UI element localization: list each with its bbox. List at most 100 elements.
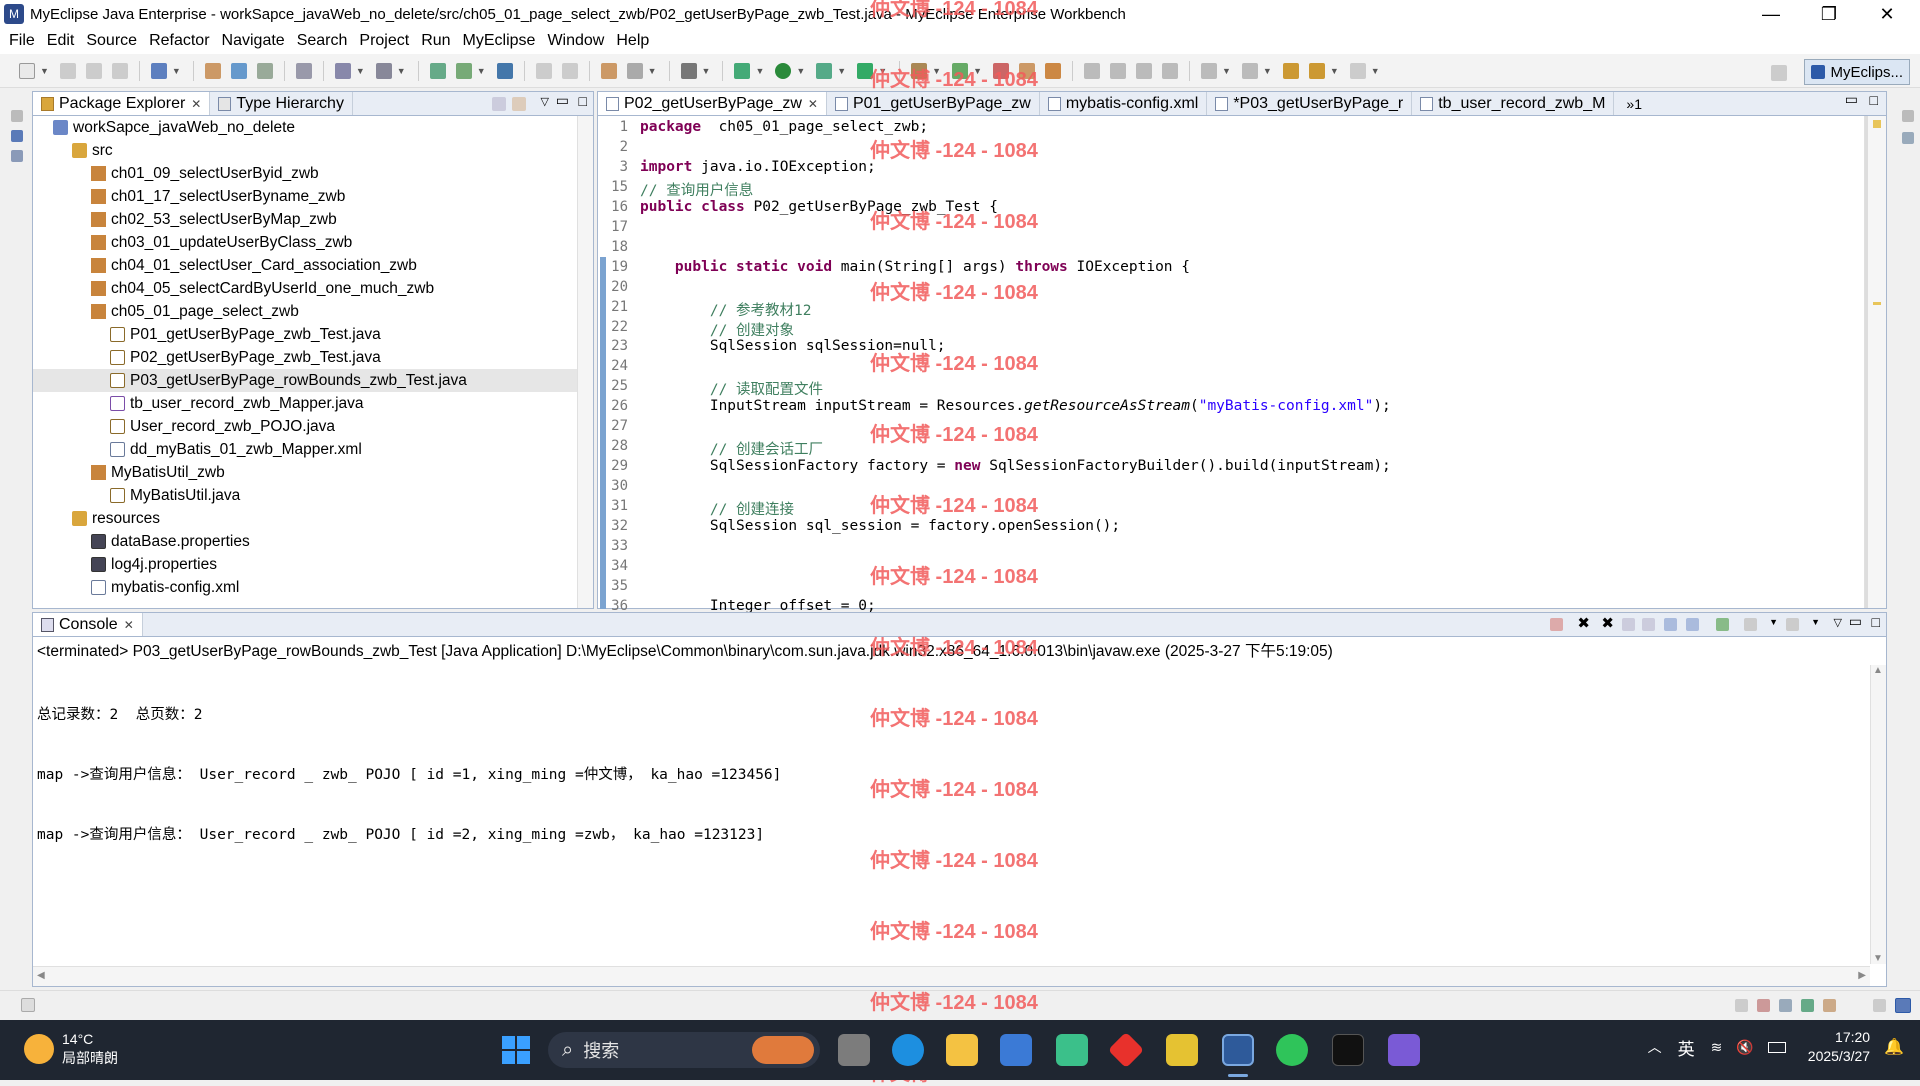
- last-edit-icon[interactable]: [1282, 62, 1299, 79]
- menu-refactor[interactable]: Refactor: [149, 32, 209, 50]
- outline-icon[interactable]: [11, 150, 23, 162]
- tree-item[interactable]: dd_myBatis_01_zwb_Mapper.xml: [33, 438, 593, 461]
- tree-item[interactable]: ch01_17_selectUserByname_zwb: [33, 185, 593, 208]
- annotation-marker[interactable]: [1873, 302, 1881, 305]
- browser-icon[interactable]: [375, 62, 392, 79]
- tree-item[interactable]: src: [33, 139, 593, 162]
- chevron-up-icon[interactable]: ︿: [1648, 1037, 1662, 1057]
- minimize-editor-icon[interactable]: ▭: [1845, 91, 1858, 108]
- menu-run[interactable]: Run: [421, 32, 450, 50]
- debug-icon[interactable]: [734, 62, 751, 79]
- weather-widget[interactable]: 14°C 局部晴朗: [24, 1030, 118, 1068]
- forward-icon[interactable]: [1349, 62, 1366, 79]
- maximize-view-icon[interactable]: □: [579, 93, 587, 109]
- remove-launch-icon[interactable]: ✖: [1577, 614, 1590, 632]
- server-icon[interactable]: [230, 62, 247, 79]
- tree-item[interactable]: log4j.properties: [33, 553, 593, 576]
- terminate-icon[interactable]: [1550, 618, 1563, 631]
- store-icon[interactable]: [1000, 1034, 1032, 1066]
- menu-source[interactable]: Source: [86, 32, 137, 50]
- tree-item[interactable]: MyBatisUtil_zwb: [33, 461, 593, 484]
- block-icon[interactable]: [1135, 62, 1152, 79]
- myeclipse-taskbar-icon[interactable]: [1222, 1034, 1254, 1066]
- package-icon[interactable]: [204, 62, 221, 79]
- tab-console[interactable]: Console ✕: [33, 613, 143, 636]
- menu-myeclipse[interactable]: MyEclipse: [463, 32, 536, 50]
- show-on-err-icon[interactable]: [1686, 618, 1699, 631]
- tree-item[interactable]: dataBase.properties: [33, 530, 593, 553]
- next-annotation-icon[interactable]: [1200, 62, 1217, 79]
- tree-item[interactable]: MyBatisUtil.java: [33, 484, 593, 507]
- bookmark-icon[interactable]: [1044, 62, 1061, 79]
- tab-type-hierarchy[interactable]: Type Hierarchy: [210, 92, 353, 115]
- tree-item[interactable]: P02_getUserByPage_zwb_Test.java: [33, 346, 593, 369]
- menu-navigate[interactable]: Navigate: [222, 32, 285, 50]
- taskbar-search[interactable]: ⌕ 搜索: [548, 1032, 820, 1068]
- notification-bell-icon[interactable]: 🔔: [1884, 1037, 1904, 1057]
- chevron-down-icon[interactable]: ▼: [1769, 617, 1778, 627]
- file-explorer-icon[interactable]: [946, 1034, 978, 1066]
- servers-icon[interactable]: [1801, 999, 1814, 1012]
- tree-item[interactable]: ch04_05_selectCardByUserId_one_much_zwb: [33, 277, 593, 300]
- annotation-icon[interactable]: [1083, 62, 1100, 79]
- run-icon[interactable]: [775, 62, 792, 79]
- close-button[interactable]: ✕: [1858, 0, 1916, 28]
- restore-right-icon[interactable]: [1902, 110, 1914, 122]
- show-on-out-icon[interactable]: [1664, 618, 1677, 631]
- editor-tab[interactable]: mybatis-config.xml: [1040, 92, 1208, 115]
- new-icon[interactable]: [19, 62, 35, 79]
- pin-console-icon[interactable]: [1716, 618, 1729, 631]
- refresh-icon[interactable]: [561, 62, 578, 79]
- editor-tab[interactable]: P02_getUserByPage_zw ✕: [598, 92, 827, 115]
- menu-search[interactable]: Search: [297, 32, 348, 50]
- maximize-editor-icon[interactable]: □: [1870, 92, 1878, 108]
- wechat-icon[interactable]: [1276, 1034, 1308, 1066]
- save-all-icon[interactable]: [85, 62, 102, 79]
- link-with-editor-icon[interactable]: [512, 97, 526, 111]
- tree-item[interactable]: resources: [33, 507, 593, 530]
- open-console-icon[interactable]: [1786, 618, 1799, 631]
- tree-item[interactable]: ch03_01_updateUserByClass_zwb: [33, 231, 593, 254]
- outline-right-icon[interactable]: [1902, 132, 1914, 144]
- menu-window[interactable]: Window: [547, 32, 604, 50]
- tiktok-icon[interactable]: [1332, 1034, 1364, 1066]
- view-menu-icon[interactable]: ▽: [1834, 616, 1842, 629]
- editor-tab[interactable]: *P03_getUserByPage_r: [1207, 92, 1413, 115]
- battery-icon[interactable]: [1767, 1041, 1786, 1053]
- task-icon[interactable]: [680, 62, 697, 79]
- tree-item[interactable]: ch01_09_selectUserByid_zwb: [33, 162, 593, 185]
- minimize-button[interactable]: —: [1742, 0, 1800, 28]
- navigator-icon[interactable]: [11, 130, 23, 142]
- close-icon[interactable]: ✕: [191, 97, 201, 111]
- new-java-class-icon[interactable]: [600, 62, 617, 79]
- warning-marker-icon[interactable]: [1873, 120, 1881, 128]
- windows-start-icon[interactable]: [502, 1036, 530, 1064]
- new-project-icon[interactable]: [150, 62, 167, 79]
- run-server-icon[interactable]: [455, 62, 472, 79]
- collapse-all-icon[interactable]: [492, 97, 506, 111]
- editor-tab[interactable]: P01_getUserByPage_zw: [827, 92, 1040, 115]
- edge-icon[interactable]: [892, 1034, 924, 1066]
- tree-item[interactable]: P03_getUserByPage_rowBounds_zwb_Test.jav…: [33, 369, 593, 392]
- database-icon[interactable]: [295, 62, 312, 79]
- task-view-icon[interactable]: [838, 1034, 870, 1066]
- app-yellow-icon[interactable]: [1166, 1034, 1198, 1066]
- run-history-icon[interactable]: [816, 62, 833, 79]
- problems-icon[interactable]: [1757, 999, 1770, 1012]
- app-purple-icon[interactable]: [1388, 1034, 1420, 1066]
- app-icon[interactable]: [1056, 1034, 1088, 1066]
- console-vscrollbar[interactable]: ▲ ▼: [1870, 665, 1886, 964]
- view-menu-icon[interactable]: ▽: [541, 95, 549, 108]
- tab-package-explorer[interactable]: Package Explorer ✕: [33, 92, 211, 115]
- minimize-view-icon[interactable]: ▭: [1849, 613, 1862, 630]
- fast-view-icon[interactable]: [21, 998, 35, 1012]
- tree-item[interactable]: ch04_01_selectUser_Card_association_zwb: [33, 254, 593, 277]
- menu-file[interactable]: File: [9, 32, 35, 50]
- menu-project[interactable]: Project: [359, 32, 409, 50]
- open-perspective-icon[interactable]: [1771, 65, 1787, 81]
- print-icon[interactable]: [111, 62, 128, 79]
- prev-annotation-icon[interactable]: [1241, 62, 1258, 79]
- open-type-icon[interactable]: [626, 62, 643, 79]
- deploy-icon[interactable]: [256, 62, 273, 79]
- clock[interactable]: 17:20 2025/3/27: [1808, 1028, 1870, 1066]
